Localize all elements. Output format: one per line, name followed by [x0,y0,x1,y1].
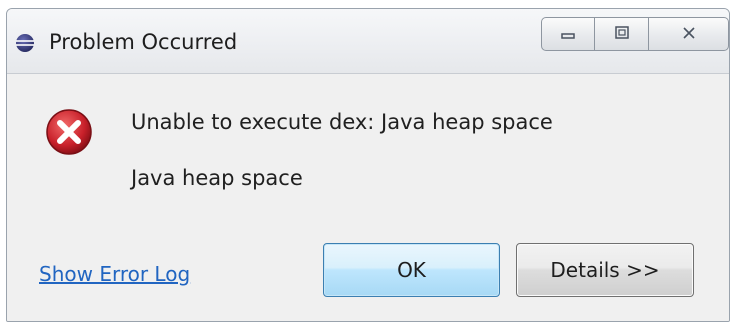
eclipse-icon [15,33,35,53]
show-error-log-link[interactable]: Show Error Log [39,262,190,286]
maximize-icon [614,25,630,44]
ok-button[interactable]: OK [323,243,500,297]
error-message: Unable to execute dex: Java heap space [131,110,553,134]
minimize-icon [560,25,576,44]
window-title: Problem Occurred [49,30,238,54]
maximize-button[interactable] [595,17,649,51]
dialog-body: Unable to execute dex: Java heap space J… [7,74,729,321]
error-icon [45,108,93,156]
error-reason: Java heap space [131,166,303,190]
minimize-button[interactable] [541,17,595,51]
details-button[interactable]: Details >> [516,243,694,297]
window-controls [541,17,729,53]
title-bar[interactable]: Problem Occurred [7,9,729,74]
close-icon [681,25,697,44]
close-button[interactable] [649,17,729,51]
problem-dialog: Problem Occurred Unable to execute dex: … [6,8,730,322]
